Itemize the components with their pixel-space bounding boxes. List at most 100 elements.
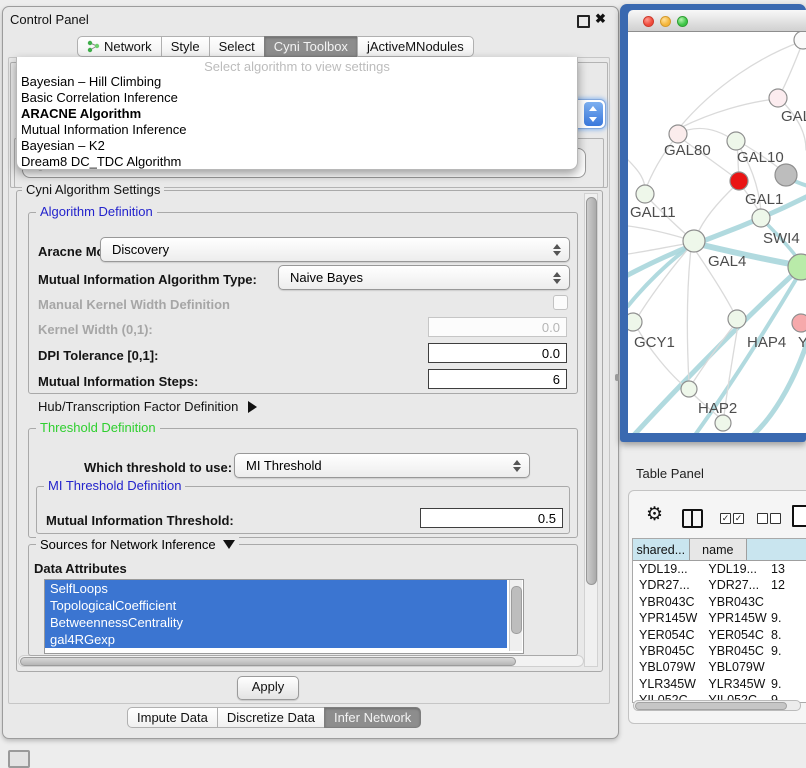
checked-box-icon[interactable]: ✓ bbox=[720, 513, 731, 524]
table-row[interactable]: YBR045CYBR045C9. bbox=[633, 643, 806, 659]
tab-jactivemnodules[interactable]: jActiveMNodules bbox=[357, 36, 474, 57]
table-cell[interactable]: YDR27... bbox=[633, 577, 699, 593]
table-cell[interactable] bbox=[767, 659, 806, 675]
table-cell[interactable]: 9. bbox=[767, 610, 806, 626]
table-row[interactable]: YBR043CYBR043C bbox=[633, 594, 806, 610]
which-threshold-combobox[interactable]: MI Threshold bbox=[234, 453, 530, 478]
table-cell[interactable]: YPR145W bbox=[633, 610, 699, 626]
algorithm-option[interactable]: Bayesian – Hill Climbing bbox=[17, 74, 577, 90]
network-node-hap2[interactable] bbox=[681, 381, 697, 397]
algorithm-option[interactable]: Dream8 DC_TDC Algorithm bbox=[17, 154, 577, 170]
network-edge bbox=[628, 244, 693, 306]
network-node-gal10[interactable] bbox=[727, 132, 745, 150]
table-cell[interactable]: YER054C bbox=[699, 627, 767, 643]
table-cell[interactable]: YLR345W bbox=[633, 676, 699, 692]
aracne-mode-combobox[interactable]: Discovery bbox=[100, 237, 570, 262]
network-node-swi4[interactable] bbox=[752, 209, 770, 227]
algorithm-option[interactable]: Mutual Information Inference bbox=[17, 122, 577, 138]
tab-impute-data[interactable]: Impute Data bbox=[127, 707, 218, 728]
column-header-name[interactable]: name bbox=[690, 539, 747, 561]
unchecked-box-icon[interactable] bbox=[770, 513, 781, 524]
algorithm-option[interactable]: Basic Correlation Inference bbox=[17, 90, 577, 106]
manual-kernel-width-label: Manual Kernel Width Definition bbox=[38, 297, 230, 312]
network-node-gal1[interactable] bbox=[730, 172, 748, 190]
settings-horizontal-scrollbar-thumb[interactable] bbox=[20, 657, 516, 666]
network-node-gal80[interactable] bbox=[669, 125, 687, 143]
table-row[interactable]: YDR27...YDR27...12 bbox=[633, 577, 806, 593]
sources-title[interactable]: Sources for Network Inference bbox=[36, 537, 239, 552]
columns-icon[interactable] bbox=[682, 509, 703, 528]
algorithm-option[interactable]: ARACNE Algorithm bbox=[17, 106, 577, 122]
table-cell[interactable]: YBL079W bbox=[633, 659, 699, 675]
mi-steps-field[interactable]: 6 bbox=[428, 369, 567, 389]
minimize-window-icon[interactable] bbox=[660, 16, 671, 27]
attributes-scrollbar-thumb[interactable] bbox=[511, 586, 522, 634]
float-window-icon[interactable] bbox=[577, 15, 590, 28]
table-cell[interactable]: 13 bbox=[767, 561, 806, 577]
table-row[interactable]: YPR145WYPR145W9. bbox=[633, 610, 806, 626]
tab-style[interactable]: Style bbox=[161, 36, 210, 57]
algorithm-dropdown-prompt: Select algorithm to view settings bbox=[17, 59, 577, 74]
hub-transcription-factor-section[interactable]: Hub/Transcription Factor Definition bbox=[38, 399, 257, 414]
table-cell[interactable]: YBR045C bbox=[633, 643, 699, 659]
table-row[interactable]: YER054CYER054C8. bbox=[633, 627, 806, 643]
table-cell[interactable]: YER054C bbox=[633, 627, 699, 643]
network-node-gal4[interactable] bbox=[683, 230, 705, 252]
attribute-item[interactable]: gal4RGexp bbox=[45, 631, 507, 648]
table-cell[interactable]: 8. bbox=[767, 627, 806, 643]
close-icon[interactable]: ✖ bbox=[595, 11, 606, 27]
network-node-hap4[interactable] bbox=[728, 310, 746, 328]
network-node[interactable] bbox=[794, 32, 806, 49]
gear-icon[interactable]: ⚙ bbox=[646, 504, 663, 526]
zoom-window-icon[interactable] bbox=[677, 16, 688, 27]
table-cell[interactable]: 9. bbox=[767, 643, 806, 659]
unchecked-box-icon[interactable] bbox=[757, 513, 768, 524]
column-header-shared[interactable]: shared... bbox=[633, 539, 690, 561]
network-node-y[interactable] bbox=[792, 314, 806, 332]
table-row[interactable]: YBL079WYBL079W bbox=[633, 659, 806, 675]
table-cell[interactable] bbox=[767, 594, 806, 610]
table-cell[interactable]: YPR145W bbox=[699, 610, 767, 626]
table-cell[interactable]: 9. bbox=[767, 676, 806, 692]
network-node[interactable] bbox=[775, 164, 797, 186]
settings-vertical-scrollbar-thumb[interactable] bbox=[586, 197, 597, 585]
table-row[interactable]: YDL19...YDL19...13 bbox=[633, 561, 806, 577]
table-cell[interactable]: YDR27... bbox=[699, 577, 767, 593]
network-canvas[interactable]: GALGAL80GAL10GAL1GAL11GAL4SWI4GCY1HAP4YH… bbox=[628, 32, 806, 433]
network-node-gal11[interactable] bbox=[636, 185, 654, 203]
tab-network[interactable]: Network bbox=[77, 36, 162, 57]
file-icon[interactable] bbox=[792, 505, 806, 527]
attribute-item[interactable]: TopologicalCoefficient bbox=[45, 597, 507, 614]
apply-button[interactable]: Apply bbox=[237, 676, 299, 700]
table-cell[interactable]: 12 bbox=[767, 577, 806, 593]
tab-discretize-data[interactable]: Discretize Data bbox=[217, 707, 325, 728]
checked-box-icon[interactable]: ✓ bbox=[733, 513, 744, 524]
close-window-icon[interactable] bbox=[643, 16, 654, 27]
table-row[interactable]: YLR345WYLR345W9. bbox=[633, 676, 806, 692]
table-cell[interactable]: YDL19... bbox=[633, 561, 699, 577]
network-node[interactable] bbox=[715, 415, 731, 431]
table-cell[interactable]: YDL19... bbox=[699, 561, 767, 577]
table-cell[interactable]: YBR043C bbox=[699, 594, 767, 610]
table-horizontal-scrollbar-thumb[interactable] bbox=[635, 702, 787, 710]
mi-threshold-field[interactable]: 0.5 bbox=[420, 508, 563, 528]
network-node-gcy1[interactable] bbox=[628, 313, 642, 331]
column-header-extra[interactable] bbox=[747, 539, 806, 561]
network-node-gal[interactable] bbox=[769, 89, 787, 107]
tab-cyni-toolbox[interactable]: Cyni Toolbox bbox=[264, 36, 358, 57]
table-cell[interactable]: YBR045C bbox=[699, 643, 767, 659]
algorithm-option[interactable]: Bayesian – K2 bbox=[17, 138, 577, 154]
network-edge bbox=[628, 226, 690, 240]
tab-select[interactable]: Select bbox=[209, 36, 265, 57]
dpi-tolerance-field[interactable]: 0.0 bbox=[428, 343, 567, 363]
attribute-item[interactable]: SelfLoops bbox=[45, 580, 507, 597]
tab-infer-network[interactable]: Infer Network bbox=[324, 707, 421, 728]
table-cell[interactable]: YBR043C bbox=[633, 594, 699, 610]
split-pane-divider[interactable] bbox=[615, 374, 619, 381]
dock-corner-icon[interactable] bbox=[8, 750, 30, 768]
attribute-item[interactable]: BetweennessCentrality bbox=[45, 614, 507, 631]
mi-algorithm-type-combobox[interactable]: Naive Bayes bbox=[278, 265, 570, 290]
network-view-titlebar[interactable] bbox=[628, 10, 806, 32]
table-cell[interactable]: YLR345W bbox=[699, 676, 767, 692]
table-cell[interactable]: YBL079W bbox=[699, 659, 767, 675]
